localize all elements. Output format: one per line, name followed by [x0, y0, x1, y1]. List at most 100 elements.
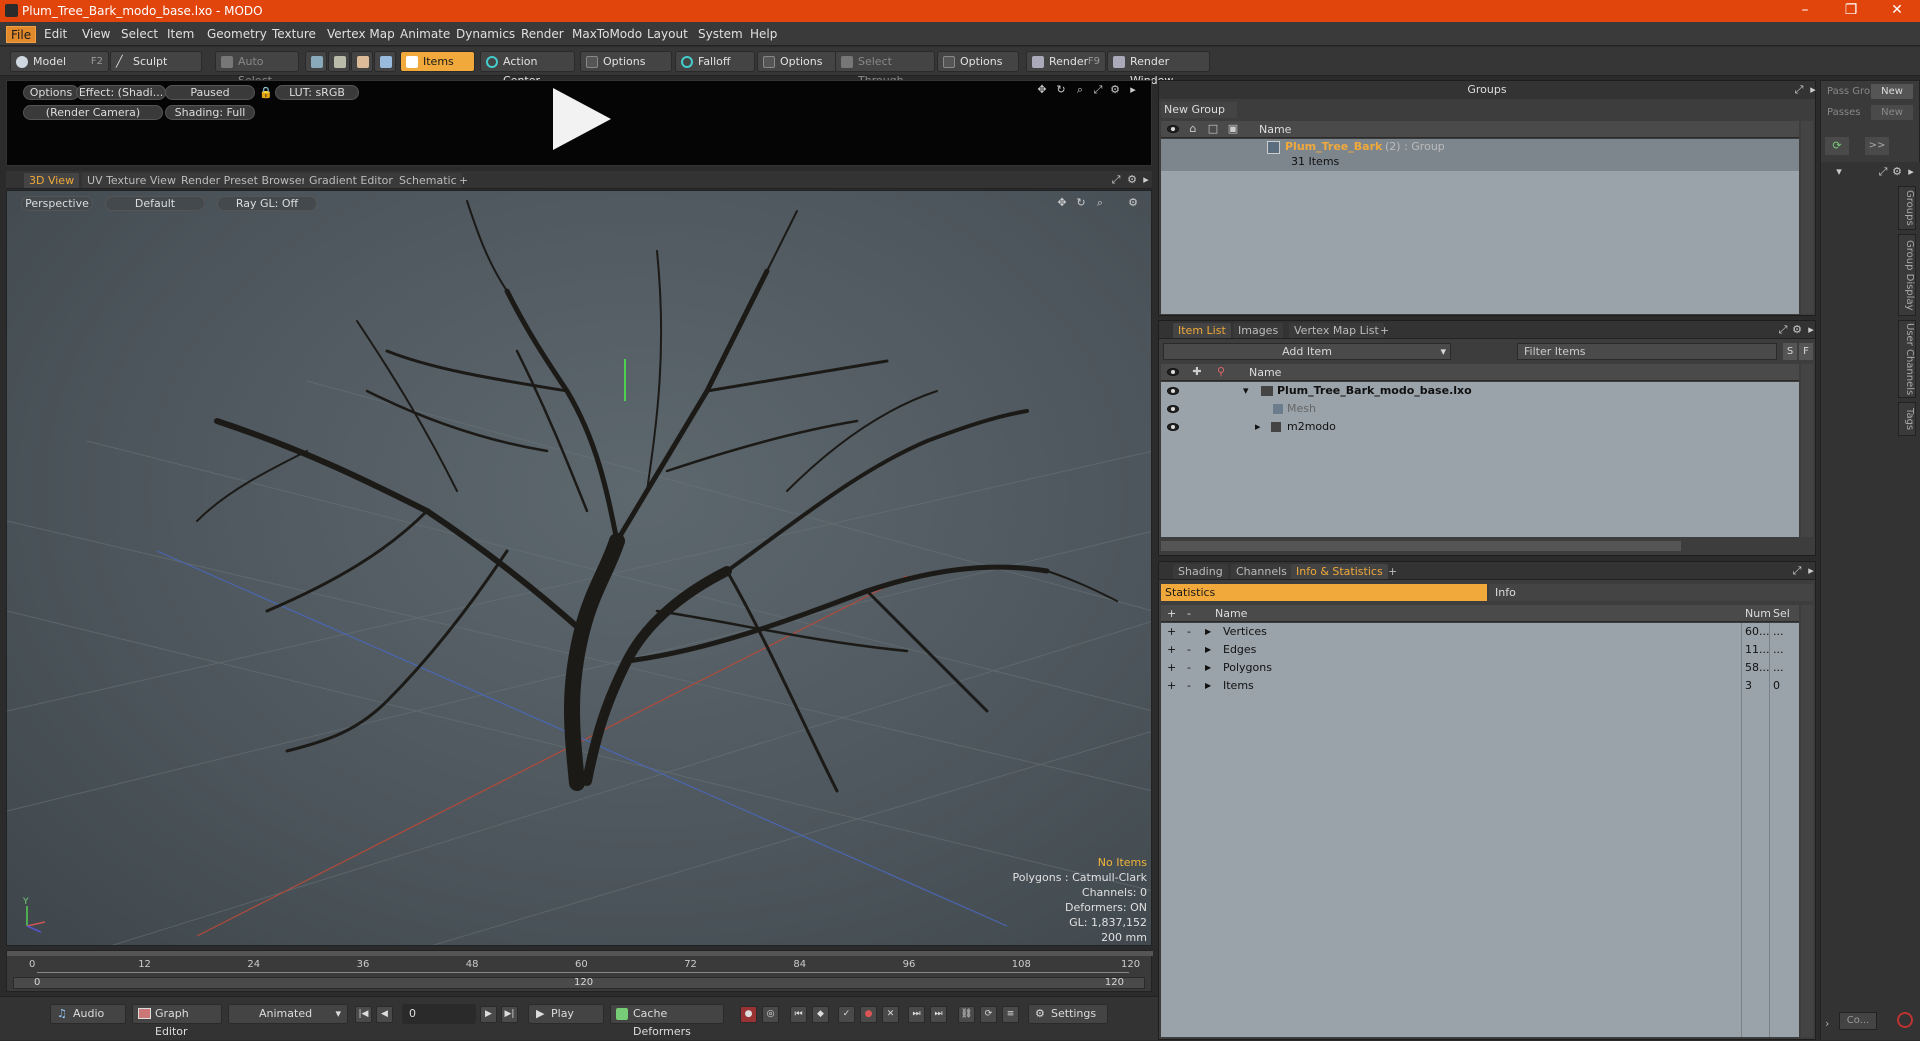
zoom-icon[interactable]: ⌕: [1094, 197, 1106, 209]
groups-scrollbar[interactable]: [1801, 121, 1813, 314]
menu-help[interactable]: Help: [746, 26, 781, 43]
command-input[interactable]: Co...: [1839, 1012, 1877, 1030]
go-start-icon[interactable]: |◀: [355, 1006, 372, 1023]
minus-icon[interactable]: -: [1187, 677, 1191, 695]
graph-editor-button[interactable]: Graph Editor: [132, 1004, 222, 1038]
expand-icon[interactable]: ▸: [1255, 418, 1261, 436]
menu-file[interactable]: File: [6, 26, 37, 43]
zoom-icon[interactable]: ⌕: [1074, 84, 1086, 96]
lock-icon[interactable]: 🔒: [259, 87, 273, 99]
menu-animate[interactable]: Animate: [396, 26, 454, 43]
tab-uv-texture-view[interactable]: UV Texture View: [82, 173, 181, 188]
menu-edit[interactable]: Edit: [40, 26, 71, 43]
shading-dropdown[interactable]: Shading: Full: [165, 105, 255, 120]
menu-view[interactable]: View: [78, 26, 114, 43]
eye-icon[interactable]: [1167, 405, 1179, 413]
audio-button[interactable]: ♫ Audio: [50, 1004, 126, 1024]
side-tab-user-channels[interactable]: User Channels: [1898, 320, 1916, 398]
link-icon[interactable]: ⛓: [958, 1006, 975, 1023]
collapse-all-icon[interactable]: -: [1187, 605, 1191, 622]
plus-icon[interactable]: +: [1167, 641, 1176, 659]
eye-icon[interactable]: [1167, 387, 1179, 395]
add-tab-button[interactable]: +: [1383, 564, 1402, 579]
table-row[interactable]: + - ▶ Edges 11... ...: [1161, 641, 1799, 659]
action-center-button[interactable]: Action Center: [480, 51, 575, 87]
tab-item-list[interactable]: Item List: [1173, 323, 1231, 338]
settings-button[interactable]: ⚙ Settings: [1028, 1004, 1108, 1024]
refresh-icon[interactable]: ⟳: [1825, 137, 1849, 155]
side-tab-tags[interactable]: Tags: [1898, 402, 1916, 436]
statistics-tab[interactable]: Statistics: [1161, 584, 1487, 601]
menu-maxtomodo[interactable]: MaxToModo: [568, 26, 646, 43]
arrow-right-icon[interactable]: ›: [1825, 1017, 1829, 1030]
items-select-button[interactable]: Items: [400, 51, 475, 72]
default-dropdown[interactable]: Default: [105, 196, 205, 211]
polygons-select-button[interactable]: [351, 51, 373, 72]
tab-images[interactable]: Images: [1233, 323, 1284, 338]
select-through-button[interactable]: Select Through: [835, 51, 935, 87]
expand-icon[interactable]: ▶: [1205, 677, 1211, 695]
info-tab[interactable]: Info: [1489, 584, 1813, 601]
play-button[interactable]: ▶ Play: [528, 1004, 604, 1024]
tab-gradient-editor[interactable]: Gradient Editor: [304, 173, 398, 188]
effect-dropdown[interactable]: Effect: (Shadi...: [76, 85, 166, 100]
arrow-right-icon[interactable]: ▸: [1127, 84, 1139, 96]
menu-vertex-map[interactable]: Vertex Map: [323, 26, 399, 43]
item-list-scrollbar[interactable]: [1801, 364, 1813, 537]
camera-dropdown[interactable]: (Render Camera): [23, 105, 163, 120]
preview-options-button[interactable]: Options: [23, 85, 79, 100]
menu-system[interactable]: System: [694, 26, 747, 43]
perspective-dropdown[interactable]: Perspective: [21, 196, 93, 211]
set-key-icon[interactable]: ✓: [838, 1006, 855, 1023]
list-item-m2modo[interactable]: ▸ m2modo: [1161, 418, 1799, 436]
eye-icon[interactable]: [1167, 423, 1179, 431]
prev-key-icon[interactable]: ◀: [376, 1006, 393, 1023]
tab-info-statistics[interactable]: Info & Statistics: [1291, 564, 1388, 579]
list-item-mesh[interactable]: Mesh: [1161, 400, 1799, 418]
3d-viewport[interactable]: Perspective Default Ray GL: Off ✥ ↻ ⌕ ⚙ …: [6, 190, 1152, 946]
arrow-right-icon[interactable]: ▸: [1805, 324, 1817, 336]
menu-item[interactable]: Item: [163, 26, 198, 43]
rotate-icon[interactable]: ↻: [1075, 197, 1087, 209]
maximize-icon[interactable]: ⤢: [1877, 166, 1889, 178]
expand-icon[interactable]: ▶: [1205, 659, 1211, 677]
stats-list[interactable]: + - ▶ Vertices 60... ... + - ▶ Edges 11...…: [1161, 623, 1799, 1037]
side-tab-groups[interactable]: Groups: [1898, 186, 1916, 230]
menu-layout[interactable]: Layout: [643, 26, 692, 43]
new-pass-button[interactable]: New: [1871, 105, 1913, 120]
maximize-icon[interactable]: ⤢: [1092, 84, 1104, 96]
maximize-icon[interactable]: ⤢: [1110, 174, 1122, 186]
menu-render[interactable]: Render: [517, 26, 568, 43]
channels-icon[interactable]: ≡: [1002, 1006, 1019, 1023]
plus-icon[interactable]: +: [1167, 623, 1176, 641]
arrow-right-icon[interactable]: ▸: [1805, 565, 1817, 577]
key-filter-icon[interactable]: ◎: [762, 1006, 779, 1023]
minimize-button[interactable]: –: [1782, 0, 1828, 22]
render-button[interactable]: Render F9: [1026, 51, 1106, 72]
side-tab-group-display[interactable]: Group Display: [1898, 234, 1916, 316]
add-tab-button[interactable]: +: [1375, 323, 1394, 338]
expand-icon[interactable]: ▶: [1205, 641, 1211, 659]
menu-dynamics[interactable]: Dynamics: [452, 26, 519, 43]
menu-texture[interactable]: Texture: [268, 26, 320, 43]
tab-3d-view[interactable]: 3D View: [24, 173, 80, 188]
maximize-icon[interactable]: ⤢: [1791, 565, 1803, 577]
go-end-icon[interactable]: ▶|: [501, 1006, 518, 1023]
gear-icon[interactable]: ⚙: [1791, 324, 1803, 336]
maximize-icon[interactable]: ⤢: [1793, 84, 1805, 96]
move-icon[interactable]: ✥: [1036, 84, 1048, 96]
menu-geometry[interactable]: Geometry: [203, 26, 271, 43]
minus-icon[interactable]: -: [1187, 641, 1191, 659]
timeline-range-bar[interactable]: 0 120 120: [13, 977, 1145, 989]
groups-list[interactable]: Plum_Tree_Bark (2) : Group 31 Items: [1161, 139, 1799, 314]
gear-icon[interactable]: ⚙: [1126, 174, 1138, 186]
tab-schematic[interactable]: Schematic: [394, 173, 462, 188]
list-item-scene[interactable]: ▾ Plum_Tree_Bark_modo_base.lxo: [1161, 382, 1799, 400]
arrow-right-icon[interactable]: ▸: [1807, 84, 1819, 96]
arrow-right-icon[interactable]: ▸: [1140, 174, 1152, 186]
falloff-options-button[interactable]: Options: [757, 51, 837, 72]
paused-button[interactable]: Paused: [165, 85, 255, 100]
close-button[interactable]: ✕: [1874, 0, 1920, 22]
timeline[interactable]: 0 12 24 36 48 60 72 84 96 108 120 0 120 120: [6, 950, 1153, 992]
table-row[interactable]: + - ▶ Polygons 58... ...: [1161, 659, 1799, 677]
